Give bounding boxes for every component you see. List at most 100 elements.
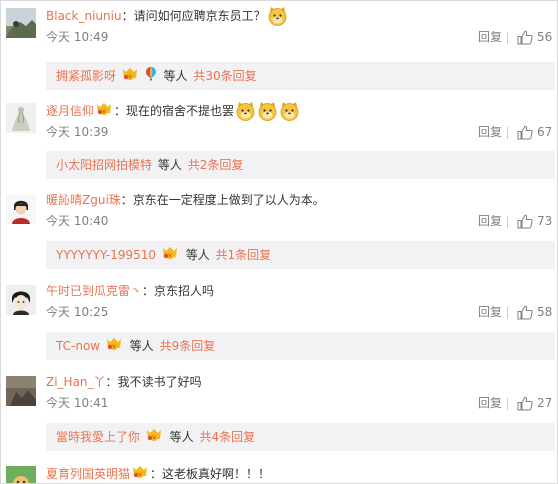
comment-text: 我不读书了好吗 [117, 375, 202, 389]
avatar-image [6, 376, 36, 406]
vip-badge-icon: v [105, 333, 123, 361]
avatar[interactable] [6, 376, 36, 406]
reply-preview-user[interactable]: 當時我愛上了你 [56, 430, 140, 444]
reply-preview-total[interactable]: 共9条回复 [160, 339, 216, 353]
like-button[interactable]: 73 [517, 211, 552, 231]
avatar[interactable] [6, 466, 36, 483]
balloon-badge-icon [145, 63, 157, 91]
reply-button[interactable]: 回复 [478, 28, 502, 46]
reply-preview-total[interactable]: 共2条回复 [188, 158, 244, 172]
comment-line: Black_niuniu：请问如何应聘京东员工？ [46, 5, 288, 27]
like-button[interactable]: 67 [517, 122, 552, 142]
colon: ： [120, 193, 133, 207]
avatar[interactable] [6, 194, 36, 224]
colon: ： [150, 467, 163, 481]
reply-preview-total[interactable]: 共4条回复 [200, 430, 256, 444]
divider [507, 398, 508, 410]
svg-text:v: v [168, 252, 172, 259]
like-button[interactable]: 58 [517, 302, 552, 322]
reply-preview-etc: 等人 [129, 339, 154, 353]
colon: ： [105, 375, 118, 389]
colon: ： [114, 104, 127, 118]
comment-time: 今天 10:49 [46, 30, 109, 44]
comment-text: 这老板真好啊！！！ [162, 467, 271, 481]
like-button[interactable]: 27 [517, 393, 552, 413]
divider [507, 32, 508, 44]
like-count: 67 [537, 125, 553, 139]
comment-time: 今天 10:40 [46, 214, 109, 228]
like-button[interactable]: 56 [517, 27, 552, 47]
comment-line: 夏育列国英明猫 v ：这老板真好啊！！！ [46, 463, 271, 484]
avatar[interactable] [6, 103, 36, 133]
divider [507, 307, 508, 319]
avatar-image [6, 8, 36, 38]
like-count: 58 [537, 305, 553, 319]
comment-username[interactable]: 逐月信仰 [46, 104, 94, 118]
comment-username[interactable]: 暖訫晴Zgui珠 [46, 193, 121, 207]
comment-time: 今天 10:41 [46, 396, 109, 410]
doge-emoji-icon [267, 6, 288, 27]
colon: ： [142, 284, 155, 298]
thumbs-up-icon [517, 214, 533, 229]
comment-username[interactable]: 午时已到瓜克雷丶 [46, 284, 142, 298]
vip-badge-icon: v [145, 424, 163, 452]
avatar-image [6, 103, 36, 133]
avatar[interactable] [6, 8, 36, 38]
colon: ： [121, 9, 134, 23]
reply-preview-user[interactable]: 小太阳招网拍模特 [56, 158, 152, 172]
reply-preview: 拥紧孤影呀 v 等人 共30条回复 [46, 62, 555, 90]
avatar-image [6, 466, 36, 483]
vip-badge-icon: v [121, 63, 139, 91]
vip-badge-icon: v [131, 464, 149, 484]
comment-time: 今天 10:25 [46, 305, 109, 319]
comment-line: 午时已到瓜克雷丶：京东招人吗 [46, 280, 214, 302]
reply-preview: TC-now v 等人 共9条回复 [46, 332, 555, 360]
doge-emoji-icon [235, 101, 256, 122]
reply-preview: YYYYYYY-199510 v 等人 共1条回复 [46, 241, 555, 269]
svg-text:v: v [138, 471, 142, 478]
svg-text:v: v [128, 73, 132, 80]
vip-badge-icon: v [95, 101, 113, 123]
comment-text: 现在的宿舍不提也罢 [126, 104, 235, 118]
doge-emoji-icon [257, 101, 278, 122]
like-count: 27 [537, 396, 553, 410]
comment-username[interactable]: Zi_Han_丫 [46, 375, 106, 389]
avatar-image [6, 285, 36, 315]
thumbs-up-icon [517, 305, 533, 320]
reply-preview-total[interactable]: 共30条回复 [193, 69, 256, 83]
reply-preview-user[interactable]: TC-now [56, 339, 100, 353]
divider [507, 216, 508, 228]
comment-line: Zi_Han_丫：我不读书了好吗 [46, 371, 202, 393]
thumbs-up-icon [517, 396, 533, 411]
svg-text:v: v [102, 108, 106, 115]
reply-preview-user[interactable]: YYYYYYY-199510 [56, 248, 156, 262]
comment-text: 京东在一定程度上做到了以人为本。 [132, 193, 325, 207]
reply-preview-etc: 等人 [157, 158, 182, 172]
svg-text:v: v [112, 343, 116, 350]
comment-time: 今天 10:39 [46, 125, 109, 139]
reply-preview-etc: 等人 [163, 69, 188, 83]
reply-preview-total[interactable]: 共1条回复 [216, 248, 272, 262]
doge-emoji-icon [279, 101, 300, 122]
reply-button[interactable]: 回复 [478, 123, 502, 141]
thumbs-up-icon [517, 125, 533, 140]
thumbs-up-icon [517, 30, 533, 45]
avatar-image [6, 194, 36, 224]
comment-username[interactable]: 夏育列国英明猫 [46, 467, 130, 481]
reply-preview: 當時我愛上了你 v 等人 共4条回复 [46, 423, 555, 451]
vip-badge-icon: v [161, 242, 179, 270]
reply-button[interactable]: 回复 [478, 394, 502, 412]
reply-button[interactable]: 回复 [478, 212, 502, 230]
reply-preview-user[interactable]: 拥紧孤影呀 [56, 69, 116, 83]
divider [507, 127, 508, 139]
comment-text: 请问如何应聘京东员工？ [133, 9, 266, 23]
comment-username[interactable]: Black_niuniu [46, 9, 122, 23]
reply-button[interactable]: 回复 [478, 303, 502, 321]
comment-line: 暖訫晴Zgui珠：京东在一定程度上做到了以人为本。 [46, 189, 325, 211]
reply-preview-etc: 等人 [185, 248, 210, 262]
like-count: 73 [537, 214, 553, 228]
comment-line: 逐月信仰 v ：现在的宿舍不提也罢 [46, 100, 300, 122]
comment-text: 京东招人吗 [154, 284, 215, 298]
avatar[interactable] [6, 285, 36, 315]
comment-list: Black_niuniu：请问如何应聘京东员工？ 今天 10:49 回复 56 … [0, 0, 558, 484]
